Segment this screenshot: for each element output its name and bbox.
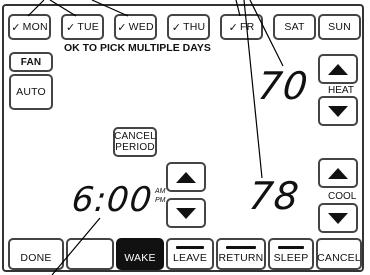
day-button-fri[interactable]: ✓ FR bbox=[220, 14, 263, 40]
done-button[interactable]: DONE bbox=[8, 238, 64, 270]
heat-setpoint-display: 70 bbox=[255, 64, 311, 108]
fan-mode-button[interactable]: AUTO bbox=[9, 74, 53, 110]
cool-label: COOL bbox=[328, 191, 357, 202]
sleep-button[interactable]: SLEEP bbox=[268, 238, 314, 270]
cool-setpoint-display: 78 bbox=[246, 174, 302, 218]
arrow-down-icon bbox=[328, 105, 348, 117]
check-icon: ✓ bbox=[117, 21, 127, 34]
cool-down-button[interactable] bbox=[318, 203, 358, 233]
day-label: TUE bbox=[77, 21, 100, 33]
day-label: WED bbox=[128, 21, 154, 33]
period-bar bbox=[278, 246, 304, 249]
day-label: MON bbox=[22, 21, 48, 33]
check-icon: ✓ bbox=[228, 21, 238, 34]
multi-day-hint: OK TO PICK MULTIPLE DAYS bbox=[64, 42, 211, 54]
heat-up-button[interactable] bbox=[318, 54, 358, 84]
arrow-up-icon bbox=[328, 63, 348, 75]
pm-label: PM bbox=[155, 197, 166, 204]
leave-button[interactable]: LEAVE bbox=[166, 238, 214, 270]
time-down-button[interactable] bbox=[166, 198, 206, 228]
arrow-down-icon bbox=[176, 207, 196, 219]
day-button-sun[interactable]: SUN bbox=[318, 14, 361, 40]
day-button-tue[interactable]: ✓ TUE bbox=[61, 14, 104, 40]
day-button-thu[interactable]: ✓ THU bbox=[167, 14, 210, 40]
wake-button[interactable]: WAKE bbox=[116, 238, 164, 270]
day-label: SAT bbox=[284, 21, 305, 33]
check-icon: ✓ bbox=[171, 21, 182, 34]
time-up-button[interactable] bbox=[166, 162, 206, 192]
arrow-up-icon bbox=[328, 167, 348, 179]
fan-title: FAN bbox=[9, 52, 53, 72]
check-icon: ✓ bbox=[11, 21, 21, 34]
return-label: RETURN bbox=[218, 252, 264, 264]
cancel-period-button[interactable]: CANCEL PERIOD bbox=[113, 127, 157, 157]
arrow-up-icon bbox=[176, 171, 196, 183]
day-button-mon[interactable]: ✓ MON bbox=[8, 14, 51, 40]
period-bar bbox=[226, 246, 256, 249]
ampm-indicator: AM PM bbox=[155, 187, 166, 205]
day-label: SUN bbox=[328, 21, 351, 33]
cancel-button[interactable]: CANCEL bbox=[316, 238, 362, 270]
cool-up-button[interactable] bbox=[318, 158, 358, 188]
time-display: 6:00 bbox=[69, 180, 155, 220]
cancel-period-line1: CANCEL bbox=[114, 131, 156, 142]
arrow-down-icon bbox=[328, 212, 348, 224]
blank-period-button[interactable] bbox=[66, 238, 114, 270]
sleep-label: SLEEP bbox=[273, 252, 309, 264]
heat-label: HEAT bbox=[328, 85, 354, 96]
cancel-period-line2: PERIOD bbox=[115, 142, 155, 153]
day-button-sat[interactable]: SAT bbox=[273, 14, 316, 40]
check-icon: ✓ bbox=[65, 21, 76, 34]
heat-down-button[interactable] bbox=[318, 96, 358, 126]
am-label: AM bbox=[155, 188, 166, 195]
day-label: THU bbox=[183, 21, 206, 33]
day-label: FR bbox=[240, 21, 255, 33]
leave-label: LEAVE bbox=[172, 252, 208, 264]
period-bar bbox=[176, 246, 204, 249]
day-button-wed[interactable]: ✓ WED bbox=[114, 14, 157, 40]
return-button[interactable]: RETURN bbox=[216, 238, 266, 270]
